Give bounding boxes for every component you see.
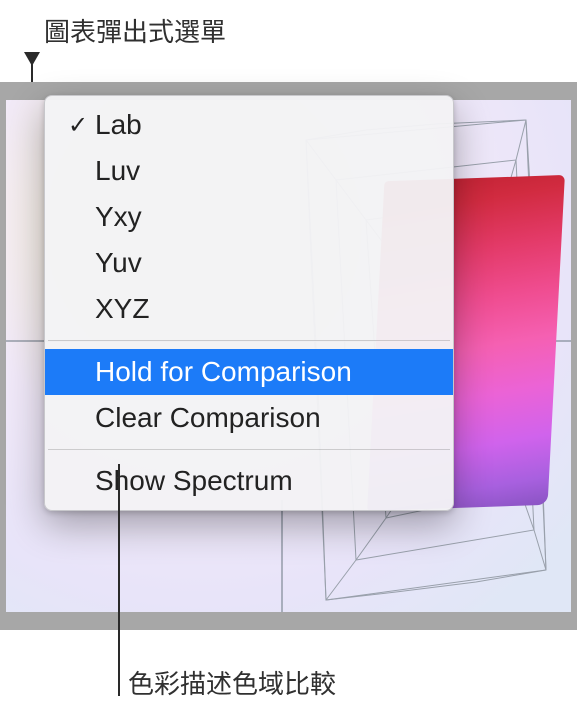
arrow-down-icon: [24, 52, 40, 66]
checkmark-icon: ✓: [61, 111, 95, 140]
menu-separator: [48, 340, 450, 341]
menu-item-label: Yxy: [95, 201, 142, 233]
plot-popup-menu: ✓ Lab Luv Yxy Yuv XYZ Hold for Compariso…: [44, 95, 454, 511]
menu-item-label: Luv: [95, 155, 140, 187]
callout-line-bottom: [118, 464, 120, 696]
menu-item-hold-comparison[interactable]: Hold for Comparison: [45, 349, 453, 395]
menu-item-clear-comparison[interactable]: Clear Comparison: [45, 395, 453, 441]
menu-item-luv[interactable]: Luv: [45, 148, 453, 194]
menu-item-label: Show Spectrum: [95, 465, 293, 497]
menu-item-label: Yuv: [95, 247, 142, 279]
menu-item-lab[interactable]: ✓ Lab: [45, 102, 453, 148]
top-callout-label: 圖表彈出式選單: [44, 12, 226, 49]
bottom-callout-label: 色彩描述色域比較: [128, 664, 336, 701]
menu-item-show-spectrum[interactable]: Show Spectrum: [45, 458, 453, 504]
menu-item-yxy[interactable]: Yxy: [45, 194, 453, 240]
menu-item-label: Lab: [95, 109, 142, 141]
axis-vertical: [281, 500, 283, 612]
menu-item-label: Clear Comparison: [95, 402, 321, 434]
menu-item-label: Hold for Comparison: [95, 356, 352, 388]
menu-item-yuv[interactable]: Yuv: [45, 240, 453, 286]
menu-item-label: XYZ: [95, 293, 149, 325]
menu-separator: [48, 449, 450, 450]
menu-item-xyz[interactable]: XYZ: [45, 286, 453, 332]
